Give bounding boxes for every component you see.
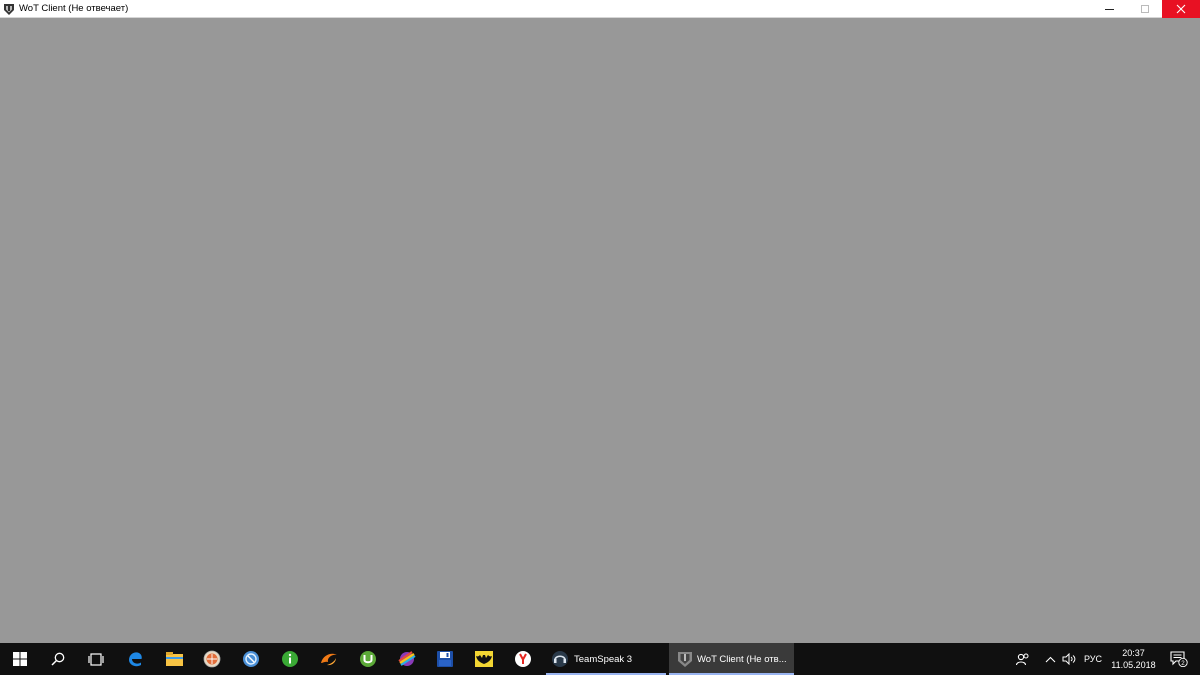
desktop-screen: WoT Client (Не отвечает) TeamSpeak 3 WoT… (0, 0, 1200, 675)
taskbar: TeamSpeak 3 WoT Client (Не отв... РУС 20… (0, 643, 1200, 675)
volume-button[interactable] (1060, 643, 1078, 675)
people-button[interactable] (1012, 643, 1034, 675)
window-title: WoT Client (Не отвечает) (19, 3, 129, 14)
task-wot-client[interactable]: WoT Client (Не отв... (669, 643, 794, 675)
clock-date: 11.05.2018 (1111, 660, 1156, 670)
app-rainbow-icon (398, 651, 416, 666)
task-teamspeak-label: TeamSpeak 3 (574, 653, 633, 665)
search-icon (51, 652, 65, 666)
task-view-button[interactable] (77, 643, 115, 675)
utorrent-button[interactable] (349, 643, 387, 675)
app-orange-globe-button[interactable] (193, 643, 231, 675)
app-rainbow-button[interactable] (388, 643, 426, 675)
wot-icon (678, 652, 692, 667)
task-teamspeak[interactable]: TeamSpeak 3 (546, 643, 666, 675)
yandex-browser-icon (515, 651, 531, 667)
minimize-icon (1104, 8, 1114, 10)
teamspeak-icon (552, 651, 568, 667)
edge-button[interactable] (116, 643, 154, 675)
task-wot-label: WoT Client (Не отв... (697, 653, 787, 665)
close-button[interactable] (1162, 0, 1200, 18)
volume-icon (1062, 653, 1075, 665)
action-center-button[interactable]: 2 (1166, 643, 1192, 675)
app-batman-button[interactable] (465, 643, 503, 675)
app-orange-globe-icon (203, 650, 221, 668)
save-disk-icon (437, 651, 453, 667)
app-green-info-button[interactable] (271, 643, 309, 675)
maximize-button[interactable] (1126, 0, 1164, 18)
app-batman-icon (475, 651, 493, 667)
app-orange-swirl-button[interactable] (310, 643, 348, 675)
file-explorer-icon (165, 652, 183, 666)
app-green-info-icon (282, 651, 298, 667)
people-icon (1016, 653, 1029, 665)
search-button[interactable] (39, 643, 77, 675)
notifications-count: 2 (1181, 660, 1185, 667)
start-button[interactable] (1, 643, 39, 675)
show-hidden-icons-button[interactable] (1042, 643, 1058, 675)
task-view-icon (88, 652, 104, 666)
window-titlebar[interactable]: WoT Client (Не отвечает) (0, 0, 1200, 18)
edge-icon (129, 652, 142, 667)
system-clock[interactable]: 20:37 11.05.2018 (1106, 643, 1161, 675)
window-client-area[interactable] (0, 18, 1200, 643)
close-icon (1176, 4, 1186, 14)
yandex-browser-button[interactable] (504, 643, 542, 675)
app-orange-swirl-icon (321, 653, 337, 666)
wot-app-icon (4, 4, 14, 15)
minimize-button[interactable] (1090, 0, 1128, 18)
chevron-up-icon (1045, 656, 1055, 662)
maximize-icon (1141, 5, 1149, 13)
app-blue-globe-icon (243, 651, 259, 667)
utorrent-icon (360, 651, 376, 667)
input-language-indicator[interactable]: РУС (1083, 643, 1103, 675)
clock-time: 20:37 (1122, 648, 1145, 658)
notifications-icon: 2 (1170, 651, 1188, 667)
start-icon (13, 652, 27, 666)
save-disk-button[interactable] (426, 643, 464, 675)
file-explorer-button[interactable] (155, 643, 193, 675)
app-blue-globe-button[interactable] (232, 643, 270, 675)
